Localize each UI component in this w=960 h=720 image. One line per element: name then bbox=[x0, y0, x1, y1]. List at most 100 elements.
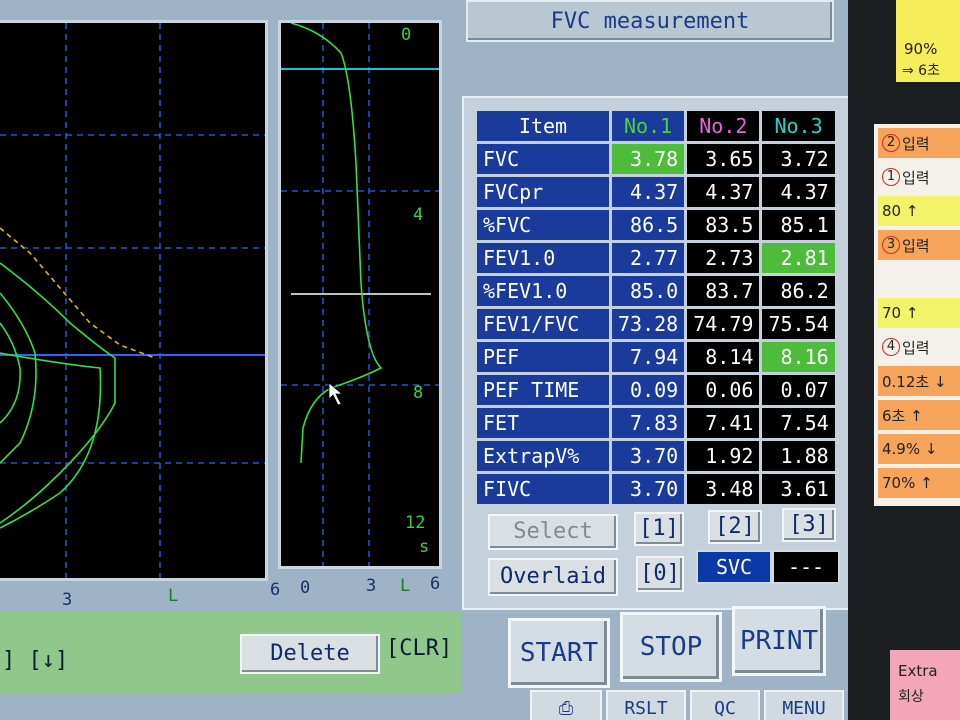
start-button[interactable]: START bbox=[508, 618, 610, 688]
row-label: %FVC bbox=[477, 210, 609, 240]
cell-trial-2: 83.7 bbox=[687, 276, 760, 306]
row-label: FEV1/FVC bbox=[477, 309, 609, 339]
row-label: FVCpr bbox=[477, 177, 609, 207]
checklist-text: 80 ↑ bbox=[882, 202, 919, 220]
left-axis-3: 3 bbox=[62, 590, 73, 610]
result-1-button[interactable]: [1] bbox=[634, 512, 684, 546]
result-3-button[interactable]: [3] bbox=[782, 508, 836, 542]
cell-trial-2: 3.65 bbox=[687, 144, 760, 174]
cell-trial-1: 85.0 bbox=[612, 276, 685, 306]
nav-print-icon[interactable]: ⎙ bbox=[530, 690, 602, 720]
cell-trial-3: 7.54 bbox=[762, 408, 835, 438]
left-axis-6: 6 bbox=[270, 580, 281, 600]
nav-qc-button[interactable]: QC bbox=[690, 690, 760, 720]
cell-trial-2: 0.06 bbox=[687, 375, 760, 405]
cell-trial-1: 3.78 bbox=[612, 144, 685, 174]
checklist-text: 4.9% ↓ bbox=[882, 440, 938, 458]
row-label: PEF bbox=[477, 342, 609, 372]
circled-number: 4 bbox=[882, 338, 900, 356]
table-row: FEV1/FVC 73.28 74.79 75.54 bbox=[477, 309, 835, 339]
right-axis-0: 0 bbox=[300, 578, 311, 598]
table-row: %FVC 86.5 83.5 85.1 bbox=[477, 210, 835, 240]
stop-button[interactable]: STOP bbox=[620, 612, 722, 682]
checklist-note: 2 입력 1 입력 80 ↑ 3 입력 70 ↑ 4 입력 0.12초 ↓ 6초 ↑ 4.9% ↓ 70%… bbox=[874, 124, 960, 506]
checklist-item: 70 ↑ bbox=[878, 298, 960, 328]
sticky-note-line-1: 90% bbox=[904, 40, 938, 58]
cell-trial-3: 3.61 bbox=[762, 474, 835, 504]
sticky-note-line-2: ⇒ 6초 bbox=[902, 63, 940, 79]
scroll-down-control[interactable]: ] [↓] bbox=[2, 648, 68, 673]
y-label-4: 4 bbox=[413, 205, 424, 225]
cell-trial-3: 1.88 bbox=[762, 441, 835, 471]
circled-number: 1 bbox=[882, 168, 900, 186]
print-button[interactable]: PRINT bbox=[732, 606, 826, 676]
checklist-item: 4 입력 bbox=[878, 332, 960, 362]
cell-trial-2: 83.5 bbox=[687, 210, 760, 240]
checklist-item: 6초 ↑ bbox=[878, 400, 960, 430]
cell-trial-2: 4.37 bbox=[687, 177, 760, 207]
right-axis-3: 3 bbox=[366, 576, 377, 596]
checklist-text: 입력 bbox=[902, 338, 930, 357]
cell-trial-3: 8.16 bbox=[762, 342, 835, 372]
cell-trial-2: 8.14 bbox=[687, 342, 760, 372]
graph-panel: 0 4 8 12 s 3 L 6 0 3 L 6 bbox=[0, 0, 452, 610]
checklist-text: 입력 bbox=[902, 168, 930, 187]
table-row: FVC 3.78 3.65 3.72 bbox=[477, 144, 835, 174]
cell-trial-2: 74.79 bbox=[687, 309, 760, 339]
table-row: FET 7.83 7.41 7.54 bbox=[477, 408, 835, 438]
y-label-unit: s bbox=[419, 537, 430, 557]
checklist-item: 80 ↑ bbox=[878, 196, 960, 226]
y-label-12: 12 bbox=[405, 513, 426, 533]
cell-trial-3: 85.1 bbox=[762, 210, 835, 240]
cell-trial-3: 2.81 bbox=[762, 243, 835, 273]
row-label: ExtrapV% bbox=[477, 441, 609, 471]
table-row: PEF 7.94 8.14 8.16 bbox=[477, 342, 835, 372]
row-label: FIVC bbox=[477, 474, 609, 504]
flow-volume-graph bbox=[0, 20, 268, 581]
cell-trial-1: 0.09 bbox=[612, 375, 685, 405]
sticky-note-bottom: Extra 회상 bbox=[890, 650, 960, 720]
row-label: PEF TIME bbox=[477, 375, 609, 405]
result-2-button[interactable]: [2] bbox=[708, 510, 762, 544]
select-button[interactable]: Select bbox=[488, 514, 618, 550]
header-no2[interactable]: No.2 bbox=[687, 111, 760, 141]
cell-trial-3: 3.72 bbox=[762, 144, 835, 174]
circled-number: 3 bbox=[882, 236, 900, 254]
dashes-button[interactable]: --- bbox=[772, 550, 840, 584]
checklist-text: 6초 ↑ bbox=[882, 406, 923, 425]
pink-note-line-2: 회상 bbox=[898, 689, 924, 705]
clear-button[interactable]: [CLR] bbox=[386, 636, 452, 661]
checklist-text: 입력 bbox=[902, 236, 930, 255]
circled-number: 2 bbox=[882, 134, 900, 152]
checklist-item: 3 입력 bbox=[878, 230, 960, 260]
header-no1[interactable]: No.1 bbox=[612, 111, 685, 141]
sticky-note-top: 90% ⇒ 6초 bbox=[896, 0, 960, 82]
screen-title: FVC measurement bbox=[466, 0, 834, 42]
cell-trial-3: 4.37 bbox=[762, 177, 835, 207]
cell-trial-2: 1.92 bbox=[687, 441, 760, 471]
checklist-item: 70% ↑ bbox=[878, 468, 960, 498]
table-header-row: Item No.1 No.2 No.3 bbox=[477, 111, 835, 141]
cell-trial-2: 3.48 bbox=[687, 474, 760, 504]
svc-button[interactable]: SVC bbox=[696, 550, 772, 584]
header-no3[interactable]: No.3 bbox=[762, 111, 835, 141]
cell-trial-1: 86.5 bbox=[612, 210, 685, 240]
result-0-button[interactable]: [0] bbox=[636, 556, 684, 592]
delete-button[interactable]: Delete bbox=[240, 634, 380, 674]
checklist-text: 0.12초 ↓ bbox=[882, 372, 947, 391]
overlaid-button[interactable]: Overlaid bbox=[488, 558, 618, 596]
nav-menu-button[interactable]: MENU bbox=[764, 690, 844, 720]
right-axis-unit: L bbox=[400, 576, 411, 596]
results-panel: Item No.1 No.2 No.3 FVC 3.78 3.65 3.72 FVCpr… bbox=[462, 96, 852, 610]
cell-trial-1: 7.94 bbox=[612, 342, 685, 372]
cell-trial-1: 73.28 bbox=[612, 309, 685, 339]
table-row: FEV1.0 2.77 2.73 2.81 bbox=[477, 243, 835, 273]
cell-trial-1: 3.70 bbox=[612, 474, 685, 504]
results-table: Item No.1 No.2 No.3 FVC 3.78 3.65 3.72 FVCpr… bbox=[474, 108, 838, 507]
checklist-text: 70% ↑ bbox=[882, 474, 933, 492]
row-label: FET bbox=[477, 408, 609, 438]
nav-rslt-button[interactable]: RSLT bbox=[606, 690, 686, 720]
checklist-text: 입력 bbox=[902, 134, 930, 153]
row-label: FVC bbox=[477, 144, 609, 174]
table-row: ExtrapV% 3.70 1.92 1.88 bbox=[477, 441, 835, 471]
